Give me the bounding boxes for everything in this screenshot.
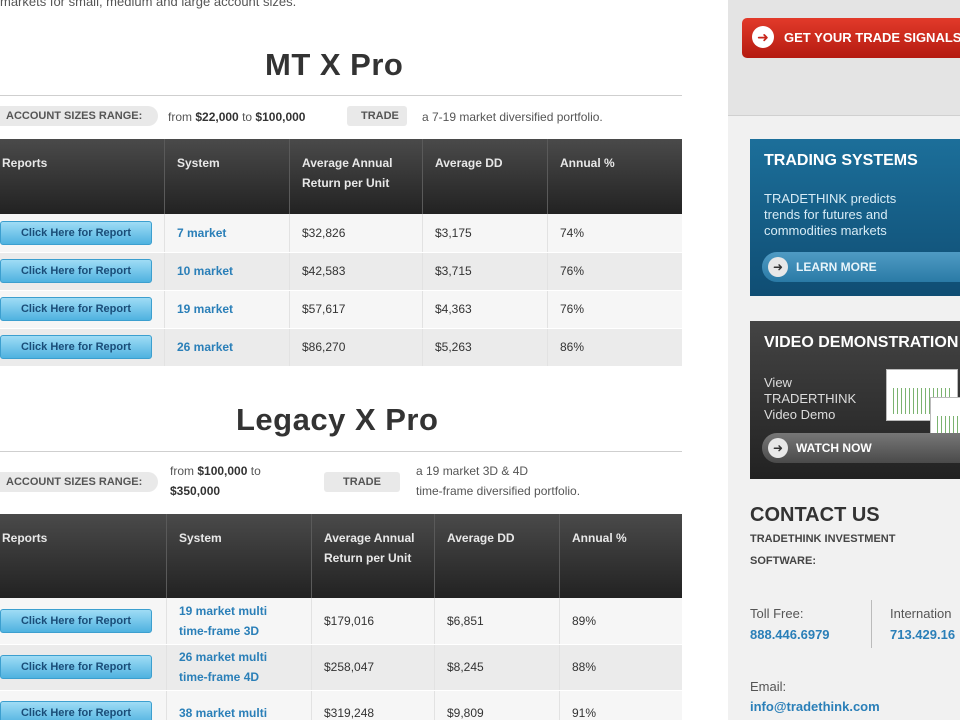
mt-results-table: Reports System Average Annual Return per… [0,139,682,367]
card-body: View TRADERTHINK Video Demo [764,375,857,422]
table-row: Click Here for Report 10 market $42,583 … [0,252,682,291]
international-number[interactable]: 713.429.16 [890,627,955,642]
divider [871,600,872,648]
table-row: Click Here for Report 19 market $57,617 … [0,290,682,329]
table-row: Click Here for Report 26 market multi tim… [0,644,682,691]
system-link[interactable]: 10 market [164,252,290,291]
report-button[interactable]: Click Here for Report [0,608,152,633]
table-row: Click Here for Report 19 market multi tim… [0,598,682,645]
video-demonstration-card: VIDEO DEMONSTRATION View TRADERTHINK Vid… [750,321,960,479]
learn-more-button[interactable]: ➜ LEARN MORE [762,252,960,282]
col-average-dd: Average DD [422,139,548,214]
sidebar: ➜ GET YOUR TRADE SIGNALS TRADING SYSTEMS… [728,0,960,720]
system-link[interactable]: 19 market [164,290,290,329]
return-value: $57,617 [289,290,423,329]
report-button[interactable]: Click Here for Report [0,259,152,283]
legacy-results-table: Reports System Average Annual Return per… [0,514,682,720]
email-link[interactable]: info@tradethink.com [750,699,880,714]
main-content: markets for small, medium and large acco… [0,0,728,720]
col-system: System [164,139,290,214]
system-link[interactable]: 26 market multi time-frame 4D [166,644,312,691]
card-body: TRADETHINK predicts trends for futures a… [764,191,897,238]
return-value: $32,826 [289,214,423,253]
contact-company: TRADETHINK INVESTMENT SOFTWARE: [750,533,896,567]
report-button[interactable]: Click Here for Report [0,655,152,679]
col-average-return: Average Annual Return per Unit [311,514,435,598]
annual-value: 76% [547,252,682,291]
system-link[interactable]: 26 market [164,328,290,367]
mt-trade-desc: a 7-19 market diversified portfolio. [422,110,603,124]
col-average-dd: Average DD [434,514,560,598]
toll-free-number[interactable]: 888.446.6979 [750,627,830,642]
annual-value: 88% [559,644,682,691]
system-link[interactable]: 19 market multi time-frame 3D [166,598,312,645]
dd-value: $3,715 [422,252,548,291]
report-button[interactable]: Click Here for Report [0,297,152,321]
annual-value: 91% [559,690,682,720]
legacy-trade-desc: a 19 market 3D & 4D time-frame diversifie… [416,464,581,498]
sidebar-top-band: ➜ GET YOUR TRADE SIGNALS [728,0,960,116]
report-button[interactable]: Click Here for Report [0,220,152,245]
get-trade-signals-button[interactable]: ➜ GET YOUR TRADE SIGNALS [742,18,960,58]
col-reports: Reports [0,514,167,598]
col-annual-percent: Annual % [547,139,682,214]
col-annual-percent: Annual % [559,514,682,598]
system-link[interactable]: 38 market multi [166,690,312,720]
annual-value: 86% [547,328,682,367]
annual-value: 89% [559,598,682,645]
divider [0,95,682,96]
return-value: $86,270 [289,328,423,367]
account-sizes-range-label: ACCOUNT SIZES RANGE: [0,472,158,492]
section-title-legacy-x-pro: Legacy X Pro [236,402,439,437]
section-title-mt-x-pro: MT X Pro [265,47,404,82]
trade-label: TRADE [324,472,400,492]
dd-value: $5,263 [422,328,548,367]
return-value: $42,583 [289,252,423,291]
table-row: Click Here for Report 26 market $86,270 … [0,328,682,367]
col-system: System [166,514,312,598]
international-label: Internation [890,606,952,621]
table-row: Click Here for Report 38 market multi $3… [0,690,682,720]
annual-value: 74% [547,214,682,253]
col-average-return: Average Annual Return per Unit [289,139,423,214]
dd-value: $4,363 [422,290,548,329]
report-button[interactable]: Click Here for Report [0,335,152,359]
annual-value: 76% [547,290,682,329]
arrow-right-icon: ➜ [768,438,788,458]
arrow-right-icon: ➜ [752,26,774,48]
legacy-range-text: from $100,000 to $350,000 [170,464,261,498]
contact-us-title: CONTACT US [750,504,880,526]
dd-value: $6,851 [434,598,560,645]
return-value: $258,047 [311,644,435,691]
dd-value: $9,809 [434,690,560,720]
watch-now-button[interactable]: ➜ WATCH NOW [762,433,960,463]
mt-range-text: from $22,000 to $100,000 [168,110,306,124]
arrow-right-icon: ➜ [768,257,788,277]
account-sizes-range-label: ACCOUNT SIZES RANGE: [0,106,158,126]
system-link[interactable]: 7 market [164,214,290,253]
table-row: Click Here for Report 7 market $32,826 $… [0,214,682,253]
toll-free-label: Toll Free: [750,606,804,621]
trade-label: TRADE [347,106,407,126]
col-reports: Reports [0,139,165,214]
dd-value: $3,175 [422,214,548,253]
email-label: Email: [750,679,787,694]
card-title: TRADING SYSTEMS [764,152,918,169]
report-button[interactable]: Click Here for Report [0,701,152,720]
dd-value: $8,245 [434,644,560,691]
return-value: $319,248 [311,690,435,720]
card-title: VIDEO DEMONSTRATION [764,334,959,351]
return-value: $179,016 [311,598,435,645]
divider [0,451,682,452]
trading-systems-card: TRADING SYSTEMS TRADETHINK predicts tren… [750,139,960,296]
intro-text: markets for small, medium and large acco… [0,0,297,9]
